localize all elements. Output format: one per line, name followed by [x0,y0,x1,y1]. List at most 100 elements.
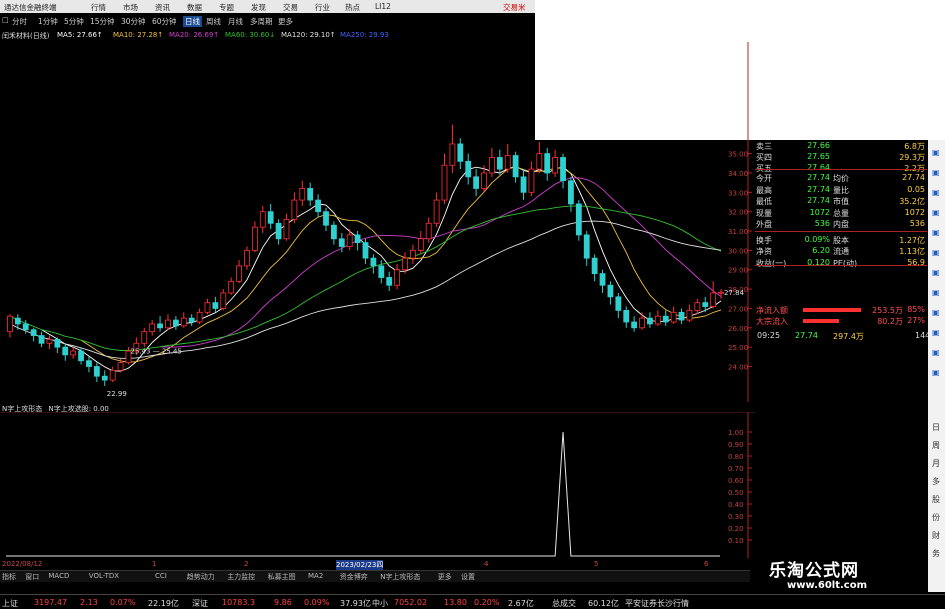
candlestick-chart[interactable]: 35.0034.0033.0032.0031.0030.0029.0028.00… [0,42,755,402]
ma120-label: MA120: 29.10↑ [281,31,336,39]
indicator-tab[interactable]: CCI [155,572,167,580]
indicator-tab[interactable]: 指标 [2,572,16,582]
indicator-y-label: 0.30 [728,513,744,521]
candle-body [338,238,345,247]
toolbar-icon[interactable]: ▣ [932,368,940,377]
period-tab[interactable]: 1分钟 [38,16,58,27]
period-tab[interactable]: 分时 [12,16,27,27]
quote-value: 1072 [904,207,925,217]
status-item: 10783.3 [222,598,256,607]
period-tab[interactable]: 周线 [206,16,221,27]
tick-time: 09:25 [757,331,781,340]
toolbar-icon[interactable]: ▣ [932,348,940,357]
toolbar-icon[interactable]: ▣ [932,268,940,277]
period-tab[interactable]: 5分钟 [64,16,84,27]
indicator-tab[interactable]: MA2 [308,572,323,580]
period-tab[interactable]: 更多 [278,16,293,27]
candle-body [315,199,321,213]
ma20-label: MA20: 26.69↑ [169,31,220,39]
toolbar-icon[interactable]: ▣ [932,248,940,257]
indicator-tab[interactable]: 设置 [461,572,475,582]
quote-value: 27.66 [807,141,830,150]
watermark-title: 乐淘公式网 [769,561,859,581]
side-tab[interactable]: 周 [932,440,940,451]
side-tab[interactable]: 务 [932,548,940,559]
candle-body [481,172,487,189]
quote-row: 最高 27.74 量比 0.05 [755,184,927,196]
candle-body [291,199,298,220]
side-tab[interactable]: 月 [932,458,940,469]
indicator-y-label: 0.10 [728,537,744,545]
period-icon[interactable]: ☐ [2,16,9,25]
period-tab[interactable]: 月线 [228,16,243,27]
period-tab[interactable]: 30分钟 [121,16,146,27]
indicator-tab[interactable]: 私募主图 [268,572,296,582]
menu-item[interactable]: 资讯 [155,2,170,13]
candle-body [46,339,53,344]
trade-label[interactable]: 交易米 [503,2,526,13]
indicator-tab[interactable]: 资金博弈 [340,572,368,582]
quote-key: 换手 [756,235,772,245]
side-tab[interactable]: 份 [932,512,940,523]
toolbar-icon[interactable]: ▣ [932,208,940,217]
toolbar-icon[interactable]: ▣ [932,188,940,197]
menu-item[interactable]: 行情 [91,2,106,13]
side-tab[interactable]: 财 [932,530,940,541]
side-tab[interactable]: 日 [932,422,940,433]
period-tab[interactable]: 多周期 [250,16,273,27]
toolbar-icon[interactable]: ▣ [932,228,940,237]
x-tick-label: 1 [152,560,157,568]
indicator-tab[interactable]: N字上攻形态 [380,572,420,582]
indicator-tab[interactable]: 主力监控 [227,572,255,582]
menu-item[interactable]: 交易 [283,2,298,13]
toolbar-icon[interactable]: ▣ [932,288,940,297]
candle-body [457,143,464,162]
quote-key: 净资 [756,247,772,256]
period-tab-active[interactable]: 日线 [183,16,202,27]
candle-body [647,317,653,325]
side-tab[interactable]: 股 [932,494,940,505]
ma-legend: 闰禾材料(日线) MA5: 27.66↑ MA10: 27.28↑ MA20: … [0,30,400,42]
mid-price-label: 25.43 — 25.45 [130,347,182,355]
candle-body [188,317,195,323]
menu-item[interactable]: 数据 [187,2,202,13]
period-tab[interactable]: 60分钟 [152,16,177,27]
quote-key: 内盘 [833,220,849,229]
quote-divider [755,169,927,170]
indicator-chart[interactable]: 1.00 0.90 0.80 0.70 0.60 0.50 0.40 0.30 0.20 0.10 [0,412,755,558]
quote-value: 536 [814,219,830,228]
menu-item[interactable]: 专题 [219,2,234,13]
y-tick-label: 33.00 [728,189,748,197]
menu-item[interactable]: LI12 [375,2,391,11]
candle-body [196,311,203,323]
quote-value: 27.74 [902,173,925,182]
menu-item[interactable]: 行业 [315,2,330,13]
toolbar-icon[interactable]: ▣ [932,308,940,317]
toolbar-icon[interactable]: ▣ [932,328,940,337]
menu-item[interactable]: 发现 [251,2,266,13]
quote-value: 1.13亿 [899,247,925,256]
side-tab[interactable]: 多 [932,476,940,487]
toolbar-icon[interactable]: ▣ [932,168,940,177]
candle-body [583,234,590,259]
ma10-label: MA10: 27.28↑ [113,31,164,39]
indicator-tab[interactable]: 窗口 [25,572,39,582]
quote-value: 27.74 [807,196,830,205]
candle-body [109,369,116,381]
toolbar-icon[interactable]: ▣ [932,148,940,157]
menu-item[interactable]: 热点 [345,2,360,13]
candle-body [378,265,385,278]
quote-key: 总量 [833,208,849,218]
y-tick-label: 24.00 [728,364,748,372]
indicator-y-label: 0.40 [728,501,744,509]
menu-item[interactable]: 市场 [123,2,138,13]
indicator-tab[interactable]: 趋势动力 [187,572,215,582]
indicator-tab[interactable]: VOL-TDX [89,572,119,580]
indicator-tab[interactable]: MACD [48,572,69,580]
candle-body [631,321,638,329]
candle-body [449,143,456,166]
indicator-tab[interactable]: 更多 [438,572,452,582]
status-item: 60.12亿 [588,599,619,608]
period-tab[interactable]: 15分钟 [90,16,115,27]
candle-body [702,302,709,307]
